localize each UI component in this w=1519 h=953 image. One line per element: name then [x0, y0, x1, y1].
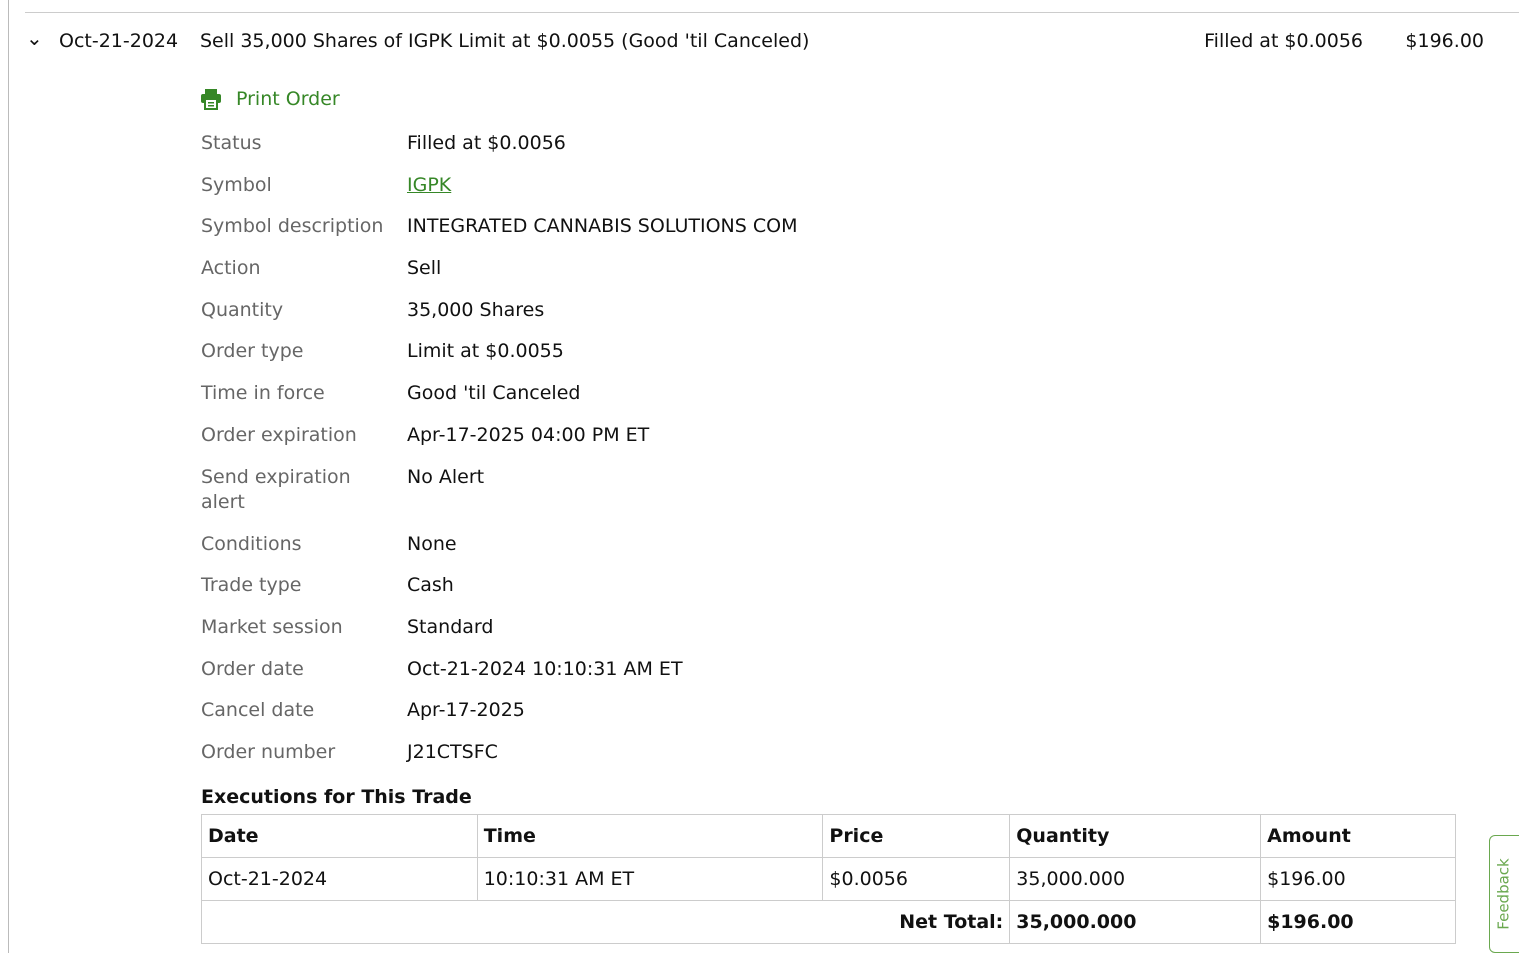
detail-label: Symbol description	[201, 215, 384, 238]
detail-value: Standard	[407, 615, 494, 638]
order-status: Filled at $0.0056	[1204, 30, 1363, 52]
detail-label: Order type	[201, 340, 304, 363]
detail-label: Time in force	[201, 382, 325, 405]
detail-value: INTEGRATED CANNABIS SOLUTIONS COM	[407, 215, 798, 238]
detail-value: Cash	[407, 574, 454, 597]
col-time: Time	[476, 814, 824, 858]
detail-value: Apr-17-2025	[407, 699, 525, 722]
order-description: Sell 35,000 Shares of IGPK Limit at $0.0…	[200, 30, 810, 52]
detail-value: Limit at $0.0055	[407, 340, 564, 363]
detail-row: Order expiration Apr-17-2025 04:00 PM ET	[201, 423, 797, 465]
detail-row: Time in force Good 'til Canceled	[201, 381, 797, 423]
order-amount: $196.00	[1405, 30, 1484, 52]
detail-row: Order number J21CTSFC	[201, 740, 797, 782]
detail-value: Sell	[407, 257, 442, 280]
exec-time: 10:10:31 AM ET	[476, 857, 824, 901]
col-price: Price	[822, 814, 1011, 858]
detail-row: Symbol IGPK	[201, 173, 797, 215]
net-total-row: Net Total: 35,000.000 $196.00	[200, 900, 1456, 944]
detail-row: Trade type Cash	[201, 573, 797, 615]
detail-value: 35,000 Shares	[407, 298, 545, 321]
detail-label: Conditions	[201, 532, 302, 555]
detail-value: None	[407, 532, 457, 555]
detail-label: Status	[201, 132, 262, 154]
detail-row: Order date Oct-21-2024 10:10:31 AM ET	[201, 657, 797, 699]
print-order-label: Print Order	[236, 88, 340, 110]
detail-value: Filled at $0.0056	[407, 132, 566, 154]
detail-value: Good 'til Canceled	[407, 382, 581, 405]
net-amount: $196.00	[1260, 900, 1456, 944]
detail-value: IGPK	[407, 173, 451, 215]
detail-row: Send expiration alert No Alert	[201, 465, 797, 532]
detail-label: Symbol	[201, 173, 272, 196]
exec-quantity: 35,000.000	[1009, 857, 1262, 901]
col-quantity: Quantity	[1009, 814, 1262, 858]
detail-label: Order date	[201, 657, 304, 680]
chevron-down-icon[interactable]: ⌄	[26, 26, 43, 50]
detail-row: Action Sell	[201, 256, 797, 298]
table-row: Oct-21-2024 10:10:31 AM ET $0.0056 35,00…	[201, 857, 1456, 901]
exec-amount: $196.00	[1260, 857, 1456, 901]
detail-row: Cancel date Apr-17-2025	[201, 698, 797, 740]
executions-table: Date Time Price Quantity Amount Oct-21-2…	[200, 814, 1456, 944]
detail-label: Send expiration alert	[201, 465, 351, 513]
detail-row: Quantity 35,000 Shares	[201, 298, 797, 340]
detail-label: Order number	[201, 740, 336, 763]
detail-label: Quantity	[201, 298, 284, 321]
detail-row: Symbol description INTEGRATED CANNABIS SO…	[201, 214, 797, 256]
printer-icon	[201, 89, 221, 110]
detail-label: Trade type	[201, 574, 302, 597]
feedback-tab[interactable]: Feedback	[1489, 835, 1519, 953]
symbol-link[interactable]: IGPK	[407, 174, 451, 196]
order-date: Oct-21-2024	[59, 30, 179, 52]
col-date: Date	[201, 814, 478, 858]
divider	[25, 12, 1519, 13]
left-border	[8, 0, 9, 953]
detail-row: Conditions None	[201, 532, 797, 574]
detail-label: Market session	[201, 615, 343, 638]
feedback-label: Feedback	[1495, 858, 1513, 930]
order-summary-row[interactable]: ⌄ Oct-21-2024 Sell 35,000 Shares of IGPK…	[0, 26, 1519, 56]
net-total-label: Net Total:	[200, 900, 1011, 944]
detail-label: Cancel date	[201, 699, 315, 722]
detail-value: Apr-17-2025 04:00 PM ET	[407, 423, 650, 446]
executions-title: Executions for This Trade	[201, 786, 472, 808]
detail-row: Market session Standard	[201, 615, 797, 657]
detail-label: Order expiration	[201, 423, 357, 446]
detail-row: Status Filled at $0.0056	[201, 131, 797, 173]
detail-label: Action	[201, 257, 261, 280]
exec-date: Oct-21-2024	[201, 857, 478, 901]
col-amount: Amount	[1260, 814, 1456, 858]
detail-value: J21CTSFC	[407, 740, 498, 763]
print-order-button[interactable]: Print Order	[200, 88, 340, 110]
detail-row: Order type Limit at $0.0055	[201, 339, 797, 381]
order-details: Status Filled at $0.0056 Symbol IGPK Symbol …	[201, 131, 797, 782]
net-quantity: 35,000.000	[1009, 900, 1262, 944]
exec-price: $0.0056	[822, 857, 1011, 901]
table-header-row: Date Time Price Quantity Amount	[201, 814, 1456, 858]
detail-value: Oct-21-2024 10:10:31 AM ET	[407, 657, 683, 680]
detail-value: No Alert	[407, 465, 485, 488]
